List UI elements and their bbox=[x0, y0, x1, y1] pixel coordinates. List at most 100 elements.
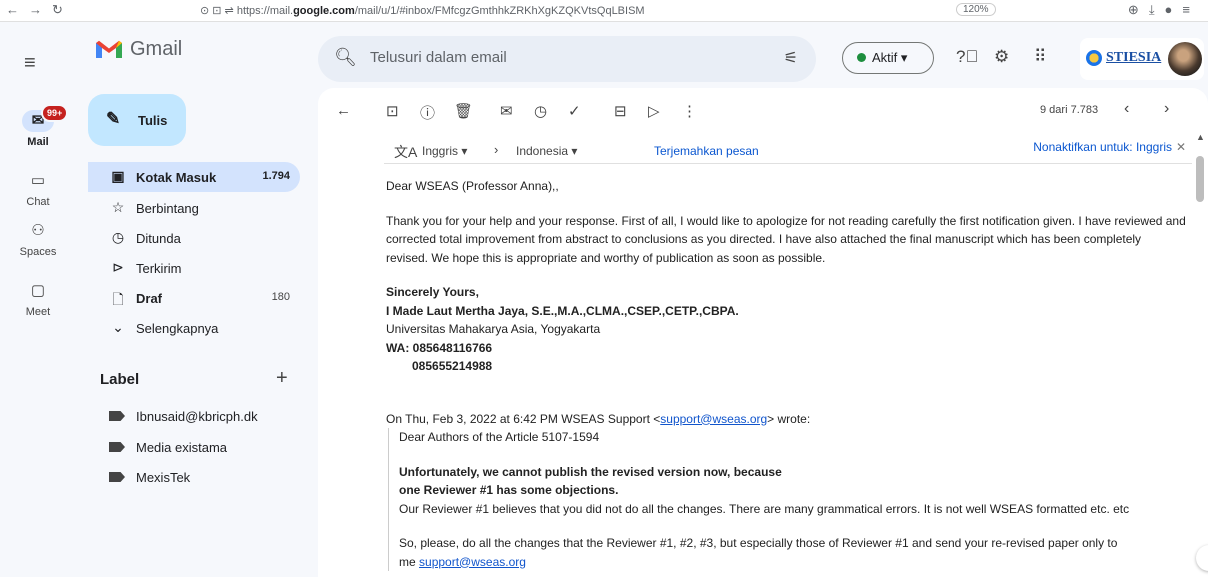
status-label: Aktif bbox=[872, 50, 898, 65]
avatar[interactable] bbox=[1168, 42, 1202, 76]
sidebar-item-label: Kotak Masuk bbox=[136, 170, 217, 185]
target-language-select[interactable]: Indonesia ▾ bbox=[516, 144, 577, 158]
quote-line: Our Reviewer #1 believes that you did no… bbox=[399, 501, 1130, 516]
mark-unread-icon[interactable]: ✉ bbox=[500, 102, 513, 120]
quote-paragraph: So, please, do all the changes that the … bbox=[399, 536, 1118, 550]
source-language: Inggris bbox=[422, 144, 459, 158]
url-prefix: https://mail. bbox=[236, 5, 294, 17]
translate-icon: 文A bbox=[394, 144, 418, 160]
app-name: Gmail bbox=[130, 38, 183, 60]
url-domain: google.com bbox=[293, 5, 355, 17]
sidebar-label-item[interactable]: Media existama bbox=[88, 433, 300, 461]
quote-bold-line: Unfortunately, we cannot publish the rev… bbox=[399, 464, 782, 479]
delete-icon[interactable]: 🗑︎ bbox=[454, 102, 473, 120]
translate-message-link[interactable]: Terjemahkan pesan bbox=[654, 144, 759, 158]
compose-button[interactable]: ✎ Tulis bbox=[88, 94, 186, 146]
search-bar[interactable]: 🔍︎ ⚟ bbox=[318, 36, 816, 82]
scrollbar[interactable]: ▲ bbox=[1194, 128, 1206, 577]
status-dot-icon bbox=[857, 53, 866, 62]
org-name: STIESIA bbox=[1106, 50, 1162, 65]
message-paging: 9 dari 7.783 bbox=[1040, 104, 1099, 116]
browser-nav-icons[interactable]: ←→↻ bbox=[6, 2, 73, 18]
newer-chevron-icon[interactable]: ‹ bbox=[1124, 100, 1129, 118]
back-arrow-icon[interactable]: ← bbox=[336, 102, 351, 119]
sidebar-label-item[interactable]: Ibnusaid@kbricph.dk bbox=[88, 402, 300, 430]
pencil-icon: ✎ bbox=[106, 109, 121, 128]
label-name: MexisTek bbox=[136, 470, 191, 485]
close-icon[interactable]: ✕ bbox=[1176, 140, 1186, 154]
meet-icon: ▢ bbox=[30, 282, 46, 299]
sidebar-item-drafts[interactable]: 🗋︎ Draf 180 bbox=[88, 283, 300, 313]
rail-meet[interactable]: ▢ Meet bbox=[0, 280, 76, 318]
help-icon[interactable]: ?⃝ bbox=[956, 47, 978, 67]
sender-phone-alt: 085655214988 bbox=[412, 359, 493, 373]
older-chevron-icon[interactable]: › bbox=[1164, 100, 1169, 118]
message-toolbar: ← ⊡ ⓘ 🗑︎ ✉ ◷ ✓ ⊟ ▷ ⋮ 9 dari 7.783 ‹ › bbox=[318, 88, 1208, 134]
zoom-level[interactable]: 120% bbox=[956, 3, 996, 16]
body-paragraph: Thank you for your help and your respons… bbox=[386, 213, 1186, 265]
closing: Sincerely Yours, bbox=[386, 285, 479, 299]
quote-greeting: Dear Authors of the Article 5107-1594 bbox=[399, 430, 600, 444]
main-menu-icon[interactable]: ≡ bbox=[24, 52, 36, 75]
chevron-down-icon: ⌄ bbox=[112, 319, 124, 335]
report-spam-icon[interactable]: ⓘ bbox=[420, 102, 435, 123]
sidebar-item-label: Berbintang bbox=[136, 201, 199, 216]
settings-icon[interactable]: ⚙ bbox=[994, 47, 1009, 67]
org-logo-icon bbox=[1086, 50, 1102, 66]
label-tag-icon bbox=[109, 472, 125, 482]
sender-name: I Made Laut Mertha Jaya, S.E.,M.A.,CLMA.… bbox=[386, 303, 739, 318]
sidebar-item-label: Draf bbox=[136, 291, 163, 306]
apps-grid-icon[interactable]: ⠿ bbox=[1034, 47, 1046, 67]
label-name: Media existama bbox=[136, 440, 228, 455]
scroll-up-icon[interactable]: ▲ bbox=[1196, 132, 1205, 142]
chevron-right-icon: › bbox=[494, 142, 499, 157]
quote-bold-line: one Reviewer #1 has some objections. bbox=[399, 483, 619, 497]
inbox-count: 1.794 bbox=[262, 170, 290, 182]
more-options-icon[interactable]: ⋮ bbox=[682, 102, 697, 120]
rail-mail[interactable]: ✉ 99+ Mail bbox=[0, 104, 76, 148]
search-options-icon[interactable]: ⚟ bbox=[784, 48, 798, 68]
app-rail: ≡ ✉ 99+ Mail ▭ Chat ⚇ Spaces ▢ Meet bbox=[0, 22, 76, 577]
browser-extension-icons[interactable]: ⊕⤓●≡ bbox=[1128, 2, 1200, 18]
quoted-message: Dear Authors of the Article 5107-1594 Un… bbox=[388, 428, 1186, 571]
status-selector[interactable]: Aktif ▾ bbox=[842, 42, 934, 74]
chat-icon: ▭ bbox=[30, 172, 46, 189]
account-area[interactable]: STIESIA bbox=[1080, 38, 1204, 80]
sidebar-item-label: Terkirim bbox=[136, 261, 182, 276]
label-name: Ibnusaid@kbricph.dk bbox=[136, 409, 258, 424]
rail-chat[interactable]: ▭ Chat bbox=[0, 170, 76, 208]
sidebar-item-more[interactable]: ⌄ Selengkapnya bbox=[88, 313, 300, 343]
scroll-thumb[interactable] bbox=[1196, 156, 1204, 202]
sender-phone: WA: 085648116766 bbox=[386, 340, 493, 355]
sidebar-item-sent[interactable]: ⊳ Terkirim bbox=[88, 253, 300, 283]
sidebar-item-label: Selengkapnya bbox=[136, 321, 219, 336]
gmail-logo[interactable]: Gmail bbox=[96, 38, 182, 61]
sidebar-item-inbox[interactable]: ▣ Kotak Masuk 1.794 bbox=[88, 162, 300, 192]
add-task-icon[interactable]: ✓ bbox=[568, 102, 581, 120]
sidebar-item-starred[interactable]: ☆ Berbintang bbox=[88, 193, 300, 223]
add-label-icon[interactable]: + bbox=[276, 367, 288, 390]
label-icon[interactable]: ▷ bbox=[648, 102, 660, 120]
move-to-icon[interactable]: ⊟ bbox=[614, 102, 627, 120]
draft-icon: 🗋︎ bbox=[112, 291, 124, 307]
sidebar-item-snoozed[interactable]: ◷ Ditunda bbox=[88, 223, 300, 253]
search-input[interactable] bbox=[370, 49, 750, 66]
inbox-icon: ▣ bbox=[111, 168, 125, 184]
snooze-icon[interactable]: ◷ bbox=[534, 102, 547, 120]
address-bar[interactable]: ⊙ ⊡ ⇌ https://mail.google.com/mail/u/1/#… bbox=[200, 4, 645, 17]
greeting: Dear WSEAS (Professor Anna),, bbox=[386, 179, 559, 193]
search-icon[interactable]: 🔍︎ bbox=[334, 47, 357, 68]
sidebar-label-item[interactable]: MexisTek bbox=[88, 463, 300, 491]
drafts-count: 180 bbox=[271, 291, 290, 303]
source-language-select[interactable]: Inggris ▾ bbox=[422, 144, 467, 158]
support-email-link[interactable]: support@wseas.org bbox=[419, 555, 526, 569]
archive-icon[interactable]: ⊡ bbox=[386, 102, 399, 120]
quote-header-suffix: > wrote: bbox=[767, 411, 811, 426]
disable-translation-link[interactable]: Nonaktifkan untuk: Inggris bbox=[1033, 140, 1172, 154]
spaces-icon: ⚇ bbox=[31, 222, 45, 239]
rail-spaces[interactable]: ⚇ Spaces bbox=[0, 220, 76, 258]
label-tag-icon bbox=[109, 411, 125, 421]
quote-sender-link[interactable]: support@wseas.org bbox=[660, 412, 767, 426]
star-icon: ☆ bbox=[111, 199, 125, 215]
sender-affiliation: Universitas Mahakarya Asia, Yogyakarta bbox=[386, 322, 601, 336]
